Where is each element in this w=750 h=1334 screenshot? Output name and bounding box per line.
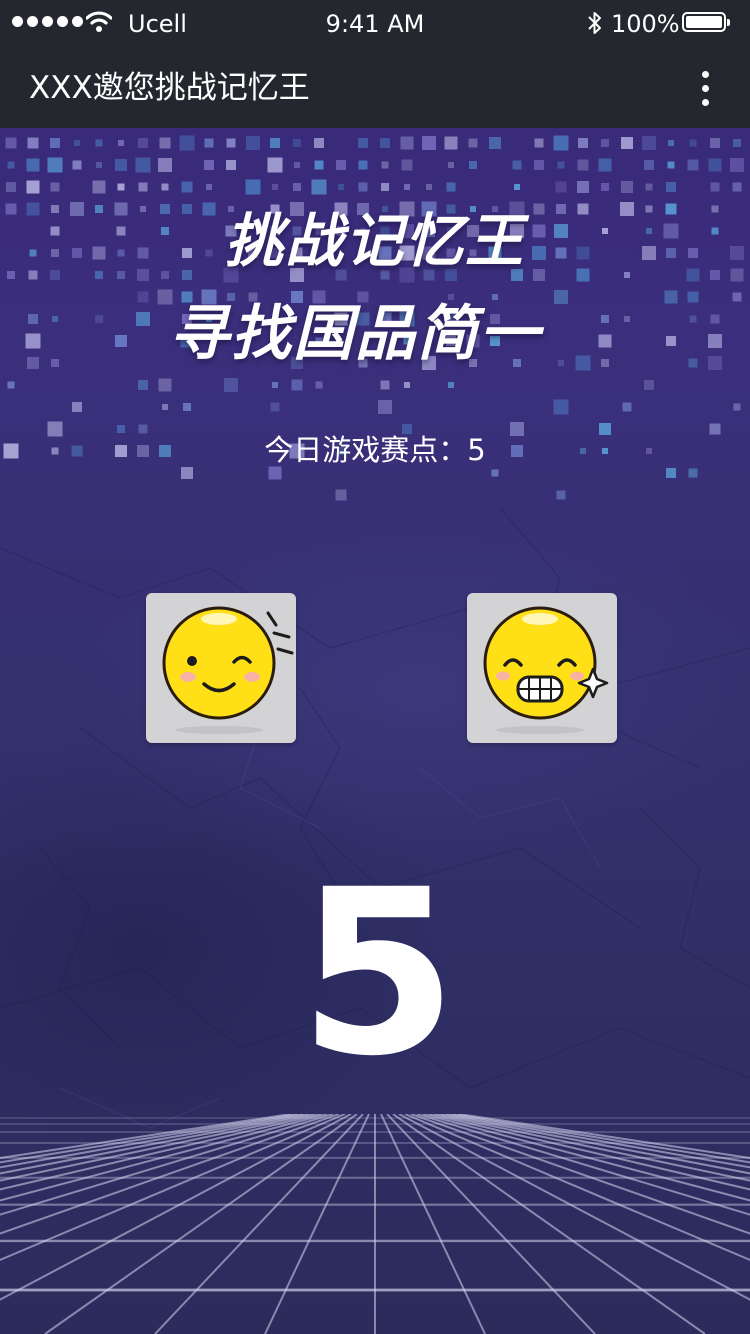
page-title: XXX邀您挑战记忆王 — [29, 70, 310, 106]
countdown-number: 5 — [298, 840, 458, 1106]
game-subtitle: 寻找国品简一 — [169, 299, 541, 369]
navigation-bar: XXX邀您挑战记忆王 — [0, 48, 750, 128]
winking-smiley-icon — [162, 606, 294, 734]
memory-card-left[interactable] — [146, 593, 296, 743]
daily-score-label: 今日游戏赛点：5 — [264, 433, 486, 467]
battery-percentage: 100% — [611, 10, 680, 38]
battery-icon — [682, 12, 730, 32]
memory-card-right[interactable] — [467, 593, 617, 743]
status-bar: Ucell 9:41 AM 100% — [0, 0, 750, 48]
perspective-grid-floor — [0, 1114, 750, 1334]
more-vertical-icon[interactable] — [690, 62, 720, 114]
game-area: 挑战记忆王 寻找国品简一 今日游戏赛点：5 5 — [0, 128, 750, 1334]
game-title: 挑战记忆王 — [224, 207, 525, 275]
grinning-smiley-icon — [483, 606, 609, 734]
bluetooth-icon — [588, 12, 601, 34]
app-screen: Ucell 9:41 AM 100% XXX邀您挑战记忆王 挑战记忆王 寻找国品… — [0, 0, 750, 1334]
